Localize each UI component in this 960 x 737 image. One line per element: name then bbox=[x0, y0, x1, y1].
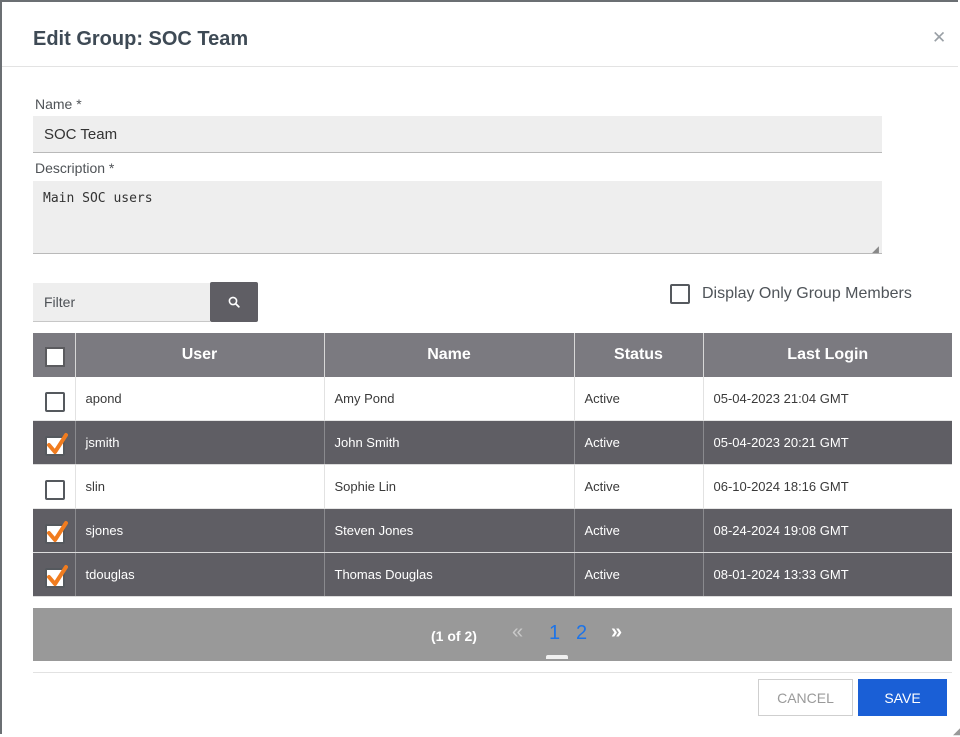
page-link-2[interactable]: 2 bbox=[576, 622, 587, 645]
cell-user: tdouglas bbox=[74, 552, 324, 597]
row-checkbox-cell bbox=[33, 420, 75, 465]
cell-name: Sophie Lin bbox=[323, 464, 574, 509]
table-row[interactable]: jsmith John Smith Active 05-04-2023 20:2… bbox=[33, 420, 952, 465]
column-header-status[interactable]: Status bbox=[573, 333, 703, 377]
description-field[interactable]: Main SOC users bbox=[33, 181, 882, 254]
row-checkbox[interactable] bbox=[45, 432, 68, 456]
column-header-user[interactable]: User bbox=[74, 333, 324, 377]
cancel-button[interactable]: CANCEL bbox=[758, 679, 853, 716]
description-label: Description * bbox=[35, 160, 115, 176]
cell-name: Amy Pond bbox=[323, 377, 574, 421]
dialog-title: Edit Group: SOC Team bbox=[33, 28, 249, 50]
column-header-last-login[interactable]: Last Login bbox=[702, 333, 952, 377]
cell-status: Active bbox=[573, 420, 703, 465]
row-checkbox-cell bbox=[33, 552, 75, 597]
table-header-row: User Name Status Last Login bbox=[33, 333, 952, 377]
row-checkbox-cell bbox=[33, 508, 75, 553]
row-checkbox[interactable] bbox=[45, 391, 65, 412]
save-button[interactable]: SAVE bbox=[858, 679, 947, 716]
checkmark-icon bbox=[47, 564, 68, 586]
cell-last-login: 08-24-2024 19:08 GMT bbox=[702, 508, 952, 553]
close-icon[interactable]: ✕ bbox=[932, 28, 946, 48]
column-header-name[interactable]: Name bbox=[323, 333, 574, 377]
cell-status: Active bbox=[573, 377, 703, 421]
cell-last-login: 06-10-2024 18:16 GMT bbox=[702, 464, 952, 509]
name-field[interactable] bbox=[33, 116, 882, 153]
resize-handle-icon[interactable]: ◢ bbox=[872, 244, 879, 255]
page-summary: (1 of 2) bbox=[431, 628, 477, 644]
cell-name: Thomas Douglas bbox=[323, 552, 574, 597]
search-button[interactable] bbox=[210, 282, 258, 322]
search-icon bbox=[228, 296, 240, 308]
cell-name: Steven Jones bbox=[323, 508, 574, 553]
display-only-members-checkbox[interactable] bbox=[670, 284, 690, 304]
cell-last-login: 08-01-2024 13:33 GMT bbox=[702, 552, 952, 597]
edit-group-dialog: Edit Group: SOC Team ✕ Name * Descriptio… bbox=[0, 0, 960, 737]
page-link-1[interactable]: 1 bbox=[549, 622, 560, 645]
cell-user: apond bbox=[74, 377, 324, 421]
table-row[interactable]: tdouglas Thomas Douglas Active 08-01-202… bbox=[33, 552, 952, 597]
checkmark-icon bbox=[47, 432, 68, 454]
cell-user: jsmith bbox=[74, 420, 324, 465]
cell-status: Active bbox=[573, 552, 703, 597]
users-table: User Name Status Last Login apond Amy Po… bbox=[33, 333, 952, 597]
row-checkbox[interactable] bbox=[45, 520, 68, 544]
table-row[interactable]: apond Amy Pond Active 05-04-2023 21:04 G… bbox=[33, 377, 952, 421]
table-row[interactable]: slin Sophie Lin Active 06-10-2024 18:16 … bbox=[33, 464, 952, 509]
cell-status: Active bbox=[573, 508, 703, 553]
checkmark-icon bbox=[47, 520, 68, 542]
row-checkbox-cell bbox=[33, 377, 75, 421]
cell-status: Active bbox=[573, 464, 703, 509]
row-checkbox[interactable] bbox=[45, 479, 65, 500]
footer-divider bbox=[33, 672, 952, 673]
next-page-icon[interactable]: » bbox=[611, 621, 622, 644]
previous-page-icon: « bbox=[512, 621, 524, 643]
row-checkbox-cell bbox=[33, 464, 75, 509]
dialog-header: Edit Group: SOC Team ✕ bbox=[2, 2, 958, 67]
cell-name: John Smith bbox=[323, 420, 574, 465]
cell-last-login: 05-04-2023 20:21 GMT bbox=[702, 420, 952, 465]
cell-user: slin bbox=[74, 464, 324, 509]
display-only-members-label[interactable]: Display Only Group Members bbox=[702, 285, 912, 303]
name-label: Name * bbox=[35, 96, 82, 112]
row-checkbox[interactable] bbox=[45, 564, 68, 588]
pagination-bar: (1 of 2) « 1 2 » bbox=[33, 608, 952, 661]
select-all-checkbox[interactable] bbox=[45, 347, 65, 367]
select-all-header bbox=[33, 333, 75, 377]
cell-last-login: 05-04-2023 21:04 GMT bbox=[702, 377, 952, 421]
cell-user: sjones bbox=[74, 508, 324, 553]
current-page-indicator bbox=[546, 655, 568, 659]
window-resize-icon[interactable]: ◢ bbox=[953, 726, 960, 737]
filter-input[interactable] bbox=[33, 283, 210, 322]
table-row[interactable]: sjones Steven Jones Active 08-24-2024 19… bbox=[33, 508, 952, 553]
